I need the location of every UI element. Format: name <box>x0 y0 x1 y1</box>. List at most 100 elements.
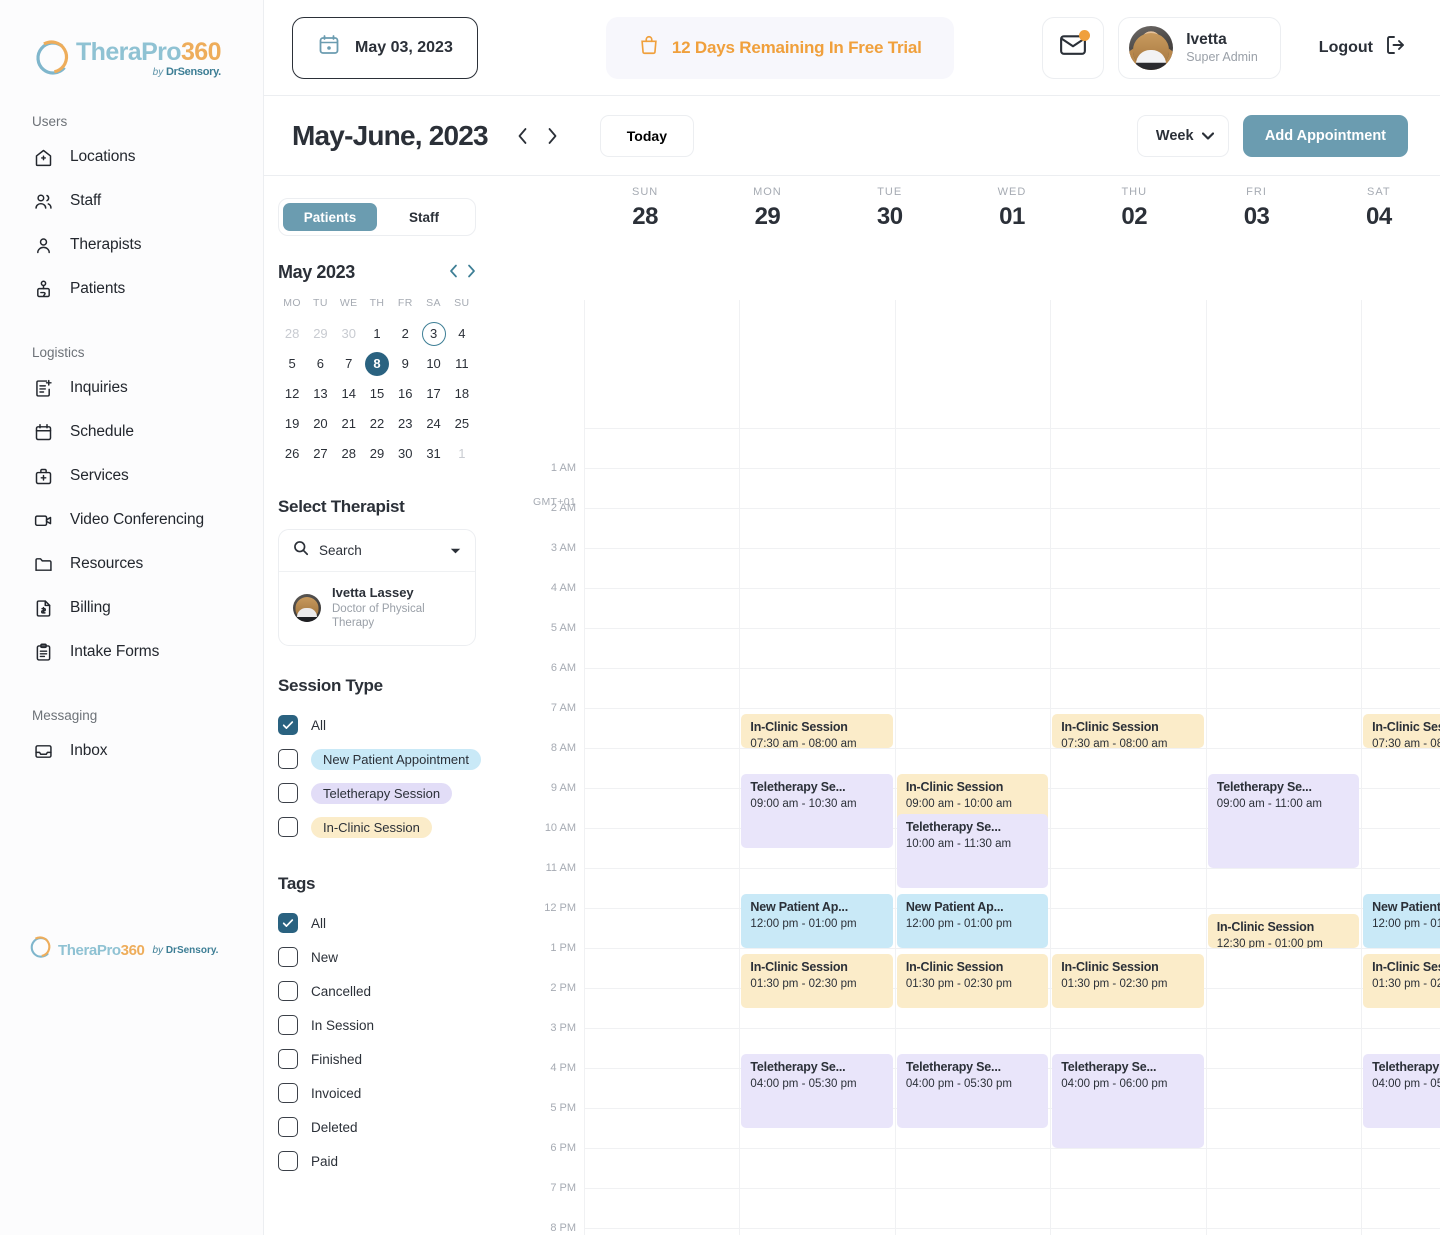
mini-calendar-day[interactable]: 4 <box>448 321 476 347</box>
session-type-checkbox[interactable] <box>278 715 298 735</box>
calendar-day-header[interactable]: TUE30 <box>829 186 951 238</box>
mini-calendar-day[interactable]: 5 <box>278 351 306 377</box>
calendar-day-header[interactable]: WED01 <box>951 186 1073 238</box>
mini-calendar-day[interactable]: 22 <box>363 411 391 437</box>
calendar-event[interactable]: Teletherapy Se...04:00 pm - 05:30 pm <box>1363 1054 1440 1128</box>
mini-calendar-day[interactable]: 10 <box>419 351 447 377</box>
calendar-event[interactable]: New Patient Ap...12:00 pm - 01:00 pm <box>741 894 892 948</box>
mini-calendar-day[interactable]: 16 <box>391 381 419 407</box>
session-type-row[interactable]: New Patient Appointment <box>278 742 496 776</box>
sidebar-item-therapists[interactable]: Therapists <box>0 223 263 267</box>
audience-toggle-patients[interactable]: Patients <box>283 203 377 231</box>
calendar-event[interactable]: Teletherapy Se...09:00 am - 11:00 am <box>1208 774 1359 868</box>
session-type-checkbox[interactable] <box>278 749 298 769</box>
tag-row[interactable]: Cancelled <box>278 974 496 1008</box>
mini-calendar-day[interactable]: 25 <box>448 411 476 437</box>
sidebar-item-video-conferencing[interactable]: Video Conferencing <box>0 498 263 542</box>
therapist-option[interactable]: Ivetta Lassey Doctor of Physical Therapy <box>279 572 475 645</box>
calendar-event[interactable]: New Patient Ap...12:00 pm - 01:00 pm <box>1363 894 1440 948</box>
sidebar-item-schedule[interactable]: Schedule <box>0 410 263 454</box>
mini-calendar-day[interactable]: 9 <box>391 351 419 377</box>
session-type-checkbox[interactable] <box>278 817 298 837</box>
calendar-event[interactable]: In-Clinic Session07:30 am - 08:00 am <box>1052 714 1203 748</box>
tag-checkbox[interactable] <box>278 1015 298 1035</box>
mini-calendar-day[interactable]: 23 <box>391 411 419 437</box>
sidebar-item-services[interactable]: Services <box>0 454 263 498</box>
session-type-row[interactable]: All <box>278 708 496 742</box>
tag-checkbox[interactable] <box>278 981 298 1001</box>
calendar-event[interactable]: In-Clinic Session01:30 pm - 02:30 pm <box>1052 954 1203 1008</box>
mini-calendar-day[interactable]: 19 <box>278 411 306 437</box>
calendar-event[interactable]: In-Clinic Session01:30 pm - 02:30 pm <box>897 954 1048 1008</box>
calendar-day-header[interactable]: THU02 <box>1073 186 1195 238</box>
prev-week-button[interactable] <box>512 122 534 150</box>
mini-calendar-day[interactable]: 8 <box>363 351 391 377</box>
calendar-day-header[interactable]: SUN28 <box>584 186 706 238</box>
session-type-row[interactable]: Teletherapy Session <box>278 776 496 810</box>
tag-checkbox[interactable] <box>278 1083 298 1103</box>
mini-calendar-day[interactable]: 20 <box>306 411 334 437</box>
sidebar-item-resources[interactable]: Resources <box>0 542 263 586</box>
view-select[interactable]: Week <box>1137 115 1229 157</box>
add-appointment-button[interactable]: Add Appointment <box>1243 115 1408 157</box>
messages-button[interactable] <box>1042 17 1104 79</box>
tag-row[interactable]: In Session <box>278 1008 496 1042</box>
logout-button[interactable]: Logout <box>1295 33 1424 62</box>
tag-checkbox[interactable] <box>278 1151 298 1171</box>
tag-checkbox[interactable] <box>278 913 298 933</box>
mini-calendar-day[interactable]: 1 <box>363 321 391 347</box>
sidebar-item-patients[interactable]: Patients <box>0 267 263 311</box>
mini-calendar-day[interactable]: 14 <box>335 381 363 407</box>
mini-calendar-day[interactable]: 7 <box>335 351 363 377</box>
tag-checkbox[interactable] <box>278 1117 298 1137</box>
session-type-checkbox[interactable] <box>278 783 298 803</box>
mini-calendar-day[interactable]: 17 <box>419 381 447 407</box>
date-picker-button[interactable]: May 03, 2023 <box>292 17 478 79</box>
next-week-button[interactable] <box>542 122 564 150</box>
mini-calendar-day[interactable]: 11 <box>448 351 476 377</box>
user-menu[interactable]: Ivetta Super Admin <box>1118 17 1281 79</box>
mini-calendar-next[interactable] <box>467 264 476 281</box>
today-button[interactable]: Today <box>600 115 694 157</box>
mini-calendar-day[interactable]: 12 <box>278 381 306 407</box>
calendar-event[interactable]: In-Clinic Session07:30 am - 08:00 am <box>741 714 892 748</box>
mini-calendar-day[interactable]: 21 <box>335 411 363 437</box>
sidebar-item-intake-forms[interactable]: Intake Forms <box>0 630 263 674</box>
calendar-event[interactable]: Teletherapy Se...10:00 am - 11:30 am <box>897 814 1048 888</box>
calendar-event[interactable]: Teletherapy Se...09:00 am - 10:30 am <box>741 774 892 848</box>
tag-row[interactable]: Paid <box>278 1144 496 1178</box>
mini-calendar-day[interactable]: 1 <box>448 441 476 467</box>
free-trial-banner[interactable]: 12 Days Remaining In Free Trial <box>606 17 954 79</box>
mini-calendar-day[interactable]: 30 <box>391 441 419 467</box>
mini-calendar-day[interactable]: 26 <box>278 441 306 467</box>
calendar-event[interactable]: Teletherapy Se...04:00 pm - 06:00 pm <box>1052 1054 1203 1148</box>
mini-calendar-day[interactable]: 2 <box>391 321 419 347</box>
sidebar-item-billing[interactable]: Billing <box>0 586 263 630</box>
sidebar-item-staff[interactable]: Staff <box>0 179 263 223</box>
sidebar-item-inquiries[interactable]: Inquiries <box>0 366 263 410</box>
mini-calendar-day[interactable]: 3 <box>419 321 447 347</box>
mini-calendar-day[interactable]: 29 <box>306 321 334 347</box>
mini-calendar-day[interactable]: 6 <box>306 351 334 377</box>
mini-calendar-day[interactable]: 24 <box>419 411 447 437</box>
sidebar-item-locations[interactable]: Locations <box>0 135 263 179</box>
mini-calendar-day[interactable]: 29 <box>363 441 391 467</box>
calendar-day-header[interactable]: MON29 <box>706 186 828 238</box>
mini-calendar-day[interactable]: 18 <box>448 381 476 407</box>
audience-toggle-staff[interactable]: Staff <box>377 203 471 231</box>
mini-calendar-day[interactable]: 30 <box>335 321 363 347</box>
sidebar-item-inbox[interactable]: Inbox <box>0 729 263 773</box>
mini-calendar-day[interactable]: 31 <box>419 441 447 467</box>
therapist-dropdown-caret-icon[interactable] <box>450 542 461 560</box>
calendar-event[interactable]: Teletherapy Se...04:00 pm - 05:30 pm <box>741 1054 892 1128</box>
calendar-event[interactable]: In-Clinic Session01:30 pm - 02:30 pm <box>741 954 892 1008</box>
calendar-event[interactable]: In-Clinic Session01:30 pm - 02:30 pm <box>1363 954 1440 1008</box>
calendar-day-header[interactable]: FRI03 <box>1195 186 1317 238</box>
tag-row[interactable]: Deleted <box>278 1110 496 1144</box>
tag-checkbox[interactable] <box>278 1049 298 1069</box>
mini-calendar-day[interactable]: 28 <box>278 321 306 347</box>
tag-row[interactable]: New <box>278 940 496 974</box>
mini-calendar-day[interactable]: 15 <box>363 381 391 407</box>
calendar-day-header[interactable]: SAT04 <box>1318 186 1440 238</box>
calendar-event[interactable]: Teletherapy Se...04:00 pm - 05:30 pm <box>897 1054 1048 1128</box>
